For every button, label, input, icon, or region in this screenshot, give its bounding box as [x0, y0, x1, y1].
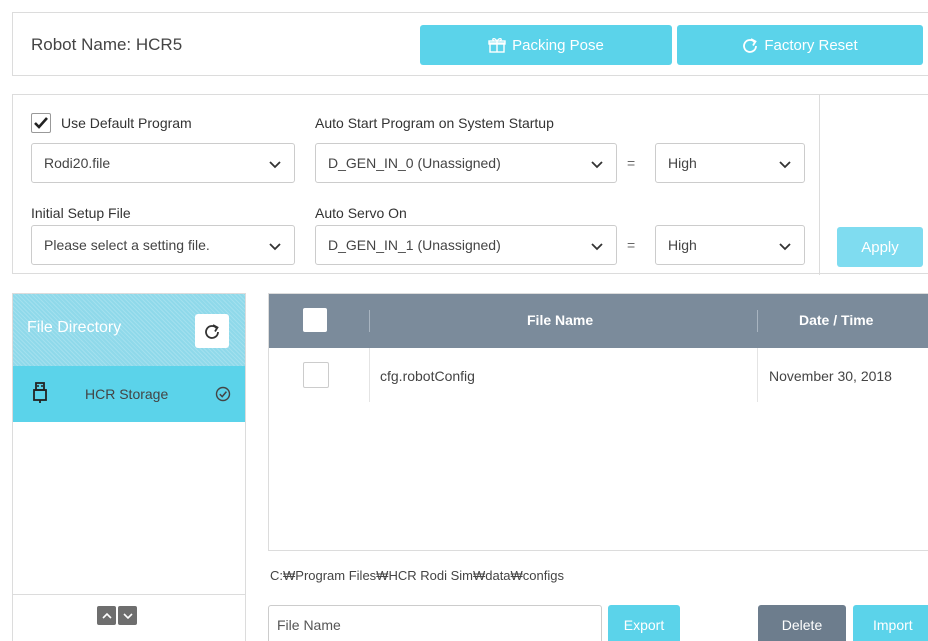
file-directory-panel: File Directory HCR Storage	[12, 293, 246, 641]
use-default-program-checkbox[interactable]	[31, 113, 51, 133]
robot-name-label: Robot Name: HCR5	[31, 35, 183, 54]
header-divider	[369, 310, 370, 332]
auto-start-level-value: High	[668, 155, 697, 171]
auto-servo-input-value: D_GEN_IN_1 (Unassigned)	[328, 237, 501, 253]
chevron-up-icon	[101, 612, 112, 619]
check-circle-icon	[215, 386, 231, 402]
chevron-down-icon	[269, 243, 281, 251]
file-directory-header: File Directory	[13, 294, 245, 366]
export-button[interactable]: Export	[608, 605, 680, 641]
use-default-program-label: Use Default Program	[61, 115, 192, 131]
usb-drive-icon	[33, 382, 47, 403]
refresh-button[interactable]	[195, 314, 229, 348]
gift-icon	[488, 38, 506, 53]
file-name-cell: cfg.robotConfig	[380, 368, 475, 384]
chevron-down-icon	[591, 161, 603, 169]
directory-item-label: HCR Storage	[85, 386, 169, 402]
file-table: File Name Date / Time cfg.robotConfig No…	[268, 293, 928, 551]
initial-setup-file-select[interactable]: Please select a setting file.	[31, 225, 295, 265]
initial-setup-file-placeholder: Please select a setting file.	[44, 237, 210, 253]
auto-start-input-select[interactable]: D_GEN_IN_0 (Unassigned)	[315, 143, 617, 183]
reset-icon	[743, 38, 758, 53]
chevron-down-icon	[591, 243, 603, 251]
directory-item-hcr-storage[interactable]: HCR Storage	[13, 366, 245, 422]
packing-pose-button[interactable]: Packing Pose	[420, 25, 672, 65]
chevron-down-icon	[269, 161, 281, 169]
auto-start-label: Auto Start Program on System Startup	[315, 115, 554, 131]
table-header: File Name Date / Time	[269, 294, 928, 348]
equals-sign: =	[627, 237, 636, 253]
apply-button[interactable]: Apply	[837, 227, 923, 267]
chevron-down-icon	[122, 612, 133, 619]
auto-start-input-value: D_GEN_IN_0 (Unassigned)	[328, 155, 501, 171]
auto-servo-label: Auto Servo On	[315, 205, 407, 221]
row-checkbox[interactable]	[303, 362, 329, 388]
file-directory-title: File Directory	[27, 319, 122, 336]
refresh-icon	[205, 324, 219, 339]
equals-sign: =	[627, 155, 636, 171]
factory-reset-label: Factory Reset	[764, 36, 858, 54]
chevron-down-icon	[779, 161, 791, 169]
column-header-date-time[interactable]: Date / Time	[799, 312, 873, 328]
auto-servo-level-select[interactable]: High	[655, 225, 805, 265]
chevron-down-icon	[779, 243, 791, 251]
delete-button[interactable]: Delete	[758, 605, 846, 641]
scroll-up-button[interactable]	[97, 606, 116, 625]
startup-settings-panel: Use Default Program Rodi20.file Initial …	[12, 94, 928, 275]
select-all-checkbox[interactable]	[303, 308, 327, 332]
initial-setup-file-label: Initial Setup File	[31, 205, 131, 221]
robot-header-bar: Robot Name: HCR5 Packing Pose Factory Re…	[12, 12, 928, 76]
default-program-select[interactable]: Rodi20.file	[31, 143, 295, 183]
default-program-value: Rodi20.file	[44, 155, 111, 171]
checkmark-icon	[34, 117, 48, 129]
directory-footer-divider	[13, 594, 245, 595]
row-divider	[757, 348, 758, 402]
settings-divider	[819, 95, 820, 275]
row-divider	[369, 348, 370, 402]
date-time-cell: November 30, 2018	[769, 368, 892, 384]
auto-servo-level-value: High	[668, 237, 697, 253]
table-row[interactable]: cfg.robotConfig November 30, 2018	[269, 348, 928, 402]
import-button[interactable]: Import	[853, 605, 928, 641]
file-name-input[interactable]	[268, 605, 602, 641]
column-header-file-name[interactable]: File Name	[527, 312, 593, 328]
auto-start-level-select[interactable]: High	[655, 143, 805, 183]
packing-pose-label: Packing Pose	[512, 36, 604, 54]
factory-reset-button[interactable]: Factory Reset	[677, 25, 923, 65]
current-path: C:₩Program Files₩HCR Rodi Sim₩data₩confi…	[270, 568, 564, 583]
header-divider	[757, 310, 758, 332]
scroll-down-button[interactable]	[118, 606, 137, 625]
auto-servo-input-select[interactable]: D_GEN_IN_1 (Unassigned)	[315, 225, 617, 265]
